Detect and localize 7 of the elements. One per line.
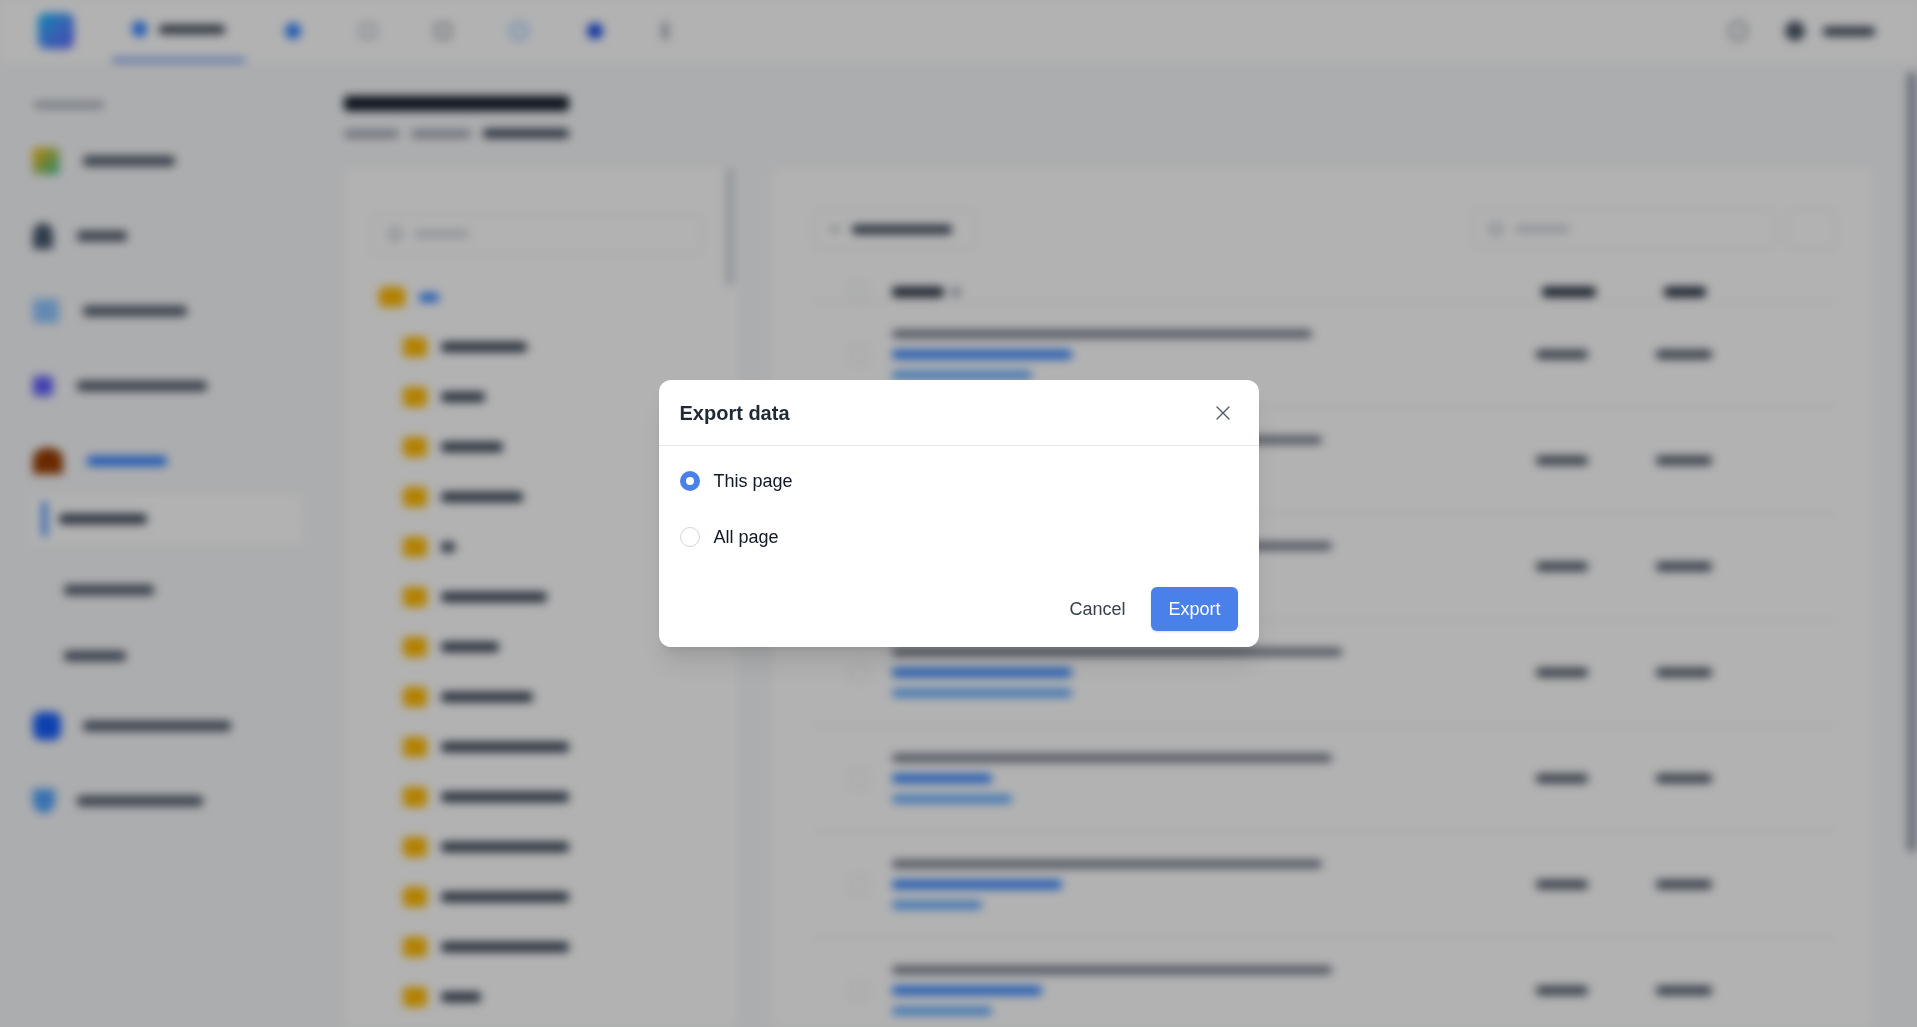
export-button[interactable]: Export	[1151, 587, 1238, 631]
close-icon	[1215, 405, 1230, 420]
radio-button[interactable]	[679, 527, 700, 547]
dialog-title: Export data	[679, 400, 790, 426]
radio-button[interactable]	[679, 471, 700, 491]
radio-label[interactable]: This page	[713, 467, 793, 495]
radio-label[interactable]: All page	[713, 523, 779, 551]
